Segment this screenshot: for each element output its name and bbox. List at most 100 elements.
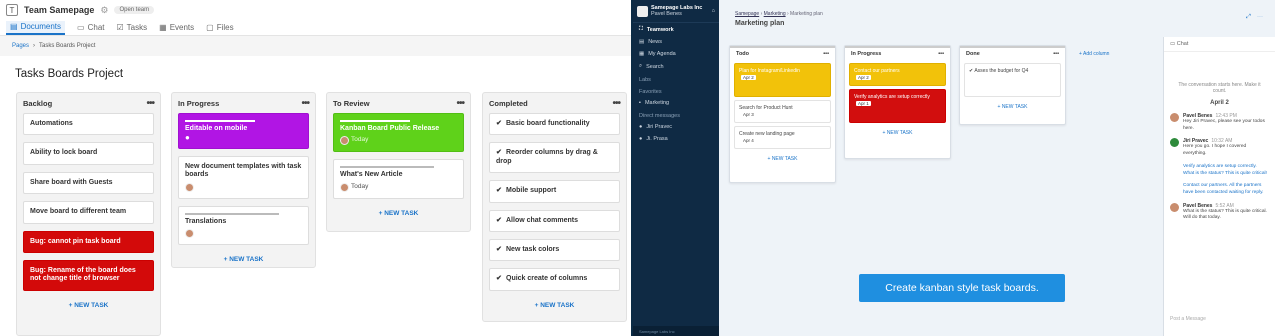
open-team-badge[interactable]: Open team: [114, 6, 155, 14]
section-labs: Labs: [639, 77, 651, 83]
avatar: [1170, 113, 1179, 122]
tab-documents[interactable]: ▤ Documents: [6, 21, 66, 35]
direct-message-item[interactable]: ● Ji. Prasa: [633, 133, 719, 145]
page-title: Tasks Boards Project: [15, 68, 124, 80]
chat-message: Verify analytics are setup correctly. Wh…: [1183, 163, 1267, 176]
direct-message-item[interactable]: ● Jiri Pravec: [633, 121, 719, 133]
task-card[interactable]: Move board to different team: [23, 201, 154, 224]
task-card[interactable]: Plan for Instagram/Linkedin Apr 2: [734, 63, 831, 97]
sidebar-item-agenda[interactable]: ▦ My Agenda: [633, 48, 719, 60]
column-in-progress: In Progress ••• Contact our partners Apr 2…: [844, 45, 951, 159]
task-card[interactable]: ✔ New task colors: [489, 238, 620, 262]
page-title: Marketing plan: [735, 20, 785, 27]
section-favorites: Favorites: [639, 89, 662, 95]
home-icon[interactable]: ⌂: [712, 8, 715, 14]
checkmark-icon: ✔: [496, 216, 502, 224]
task-card[interactable]: Share board with Guests: [23, 171, 154, 195]
checkmark-icon: ✔: [496, 149, 502, 157]
more-icon[interactable]: ⋯: [1257, 14, 1269, 20]
task-card[interactable]: What's New Article Today: [333, 159, 464, 199]
task-card[interactable]: ✔ Mobile support: [489, 180, 620, 203]
task-card[interactable]: Search for Product Hunt Apr 3: [734, 100, 831, 123]
checkmark-icon: ✔: [496, 120, 502, 127]
chat-input[interactable]: Post a Message: [1170, 316, 1206, 322]
column-backlog: Backlog ••• Automations Ability to lock b…: [16, 92, 161, 336]
checkmark-icon: ✔: [496, 275, 502, 283]
avatar: [185, 182, 194, 192]
task-card[interactable]: ✔ Basic board functionality: [489, 113, 620, 136]
org-logo-icon: [637, 5, 648, 17]
chat-message: Pavel Benes 5:52 AM What is the status? T…: [1164, 200, 1275, 225]
avatar: [1170, 202, 1179, 212]
task-card[interactable]: Bug: cannot pin task board: [23, 230, 154, 253]
window-controls: ⤢⋯: [1246, 14, 1269, 21]
task-card[interactable]: ✔ Allow chat comments: [489, 209, 620, 232]
chat-panel: ▭ Chat The conversation starts here. Mak…: [1163, 37, 1275, 336]
new-task-button[interactable]: + NEW TASK: [327, 206, 470, 223]
task-card[interactable]: Editable on mobile ●: [178, 113, 309, 149]
sidebar-item-news[interactable]: ▤ News: [633, 36, 719, 48]
team-samepage-panel: T Team Samepage ⚙ Open team ▤ Documents …: [0, 0, 631, 336]
sidebar-item-teamwork[interactable]: ⛶ Teamwork: [633, 23, 719, 36]
team-header: T Team Samepage ⚙ Open team: [0, 0, 631, 20]
add-column-button[interactable]: + Add column: [1079, 51, 1109, 57]
column-in-progress: In Progress ••• Editable on mobile ● New …: [171, 92, 316, 268]
chat-message: Jiri Pravec 10:32 AM Here you go. I hope …: [1164, 135, 1275, 160]
favorite-item[interactable]: ▪ Marketing: [633, 97, 719, 109]
column-menu-icon[interactable]: •••: [823, 51, 829, 57]
new-task-button[interactable]: + NEW TASK: [483, 298, 626, 315]
section-direct-messages: Direct messages: [639, 113, 680, 119]
column-done: Done ••• ✔ Asses the budget for Q4 + NEW …: [959, 45, 1066, 125]
task-card[interactable]: ✔ Quick create of columns: [489, 268, 620, 291]
tab-files[interactable]: ▢ Files: [206, 23, 233, 35]
task-card[interactable]: New document templates with task boards: [178, 156, 309, 199]
task-card[interactable]: Translations: [178, 205, 309, 246]
gear-icon[interactable]: ⚙: [100, 5, 108, 16]
tab-chat[interactable]: ▭ Chat: [77, 23, 104, 35]
column-title: Backlog: [23, 98, 53, 108]
new-task-button[interactable]: + NEW TASK: [845, 126, 950, 141]
task-card[interactable]: Bug: Rename of the board does not change…: [23, 259, 154, 291]
breadcrumb-pages-link[interactable]: Pages: [12, 43, 29, 49]
checkmark-icon: ✔: [969, 68, 974, 74]
task-card[interactable]: Contact our partners Apr 2: [849, 63, 946, 86]
column-menu-icon[interactable]: •••: [938, 51, 944, 57]
avatar: [340, 136, 349, 146]
column-menu-icon[interactable]: •••: [146, 98, 154, 109]
column-menu-icon[interactable]: •••: [612, 98, 620, 109]
due-date: Apr 2: [741, 74, 756, 81]
tab-events[interactable]: ▦ Events: [159, 23, 194, 35]
task-card[interactable]: Kanban Board Public Release Today: [333, 113, 464, 153]
column-title: To Review: [333, 98, 370, 108]
due-date: Apr 1: [856, 100, 871, 107]
task-card[interactable]: ✔ Asses the budget for Q4: [964, 63, 1061, 97]
column-todo: Todo ••• Plan for Instagram/Linkedin Apr 2…: [729, 45, 836, 183]
task-card[interactable]: ✔ Reorder columns by drag & drop: [489, 142, 620, 174]
breadcrumb: Pages › Tasks Boards Project: [0, 36, 631, 56]
expand-icon[interactable]: ⤢: [1246, 14, 1257, 20]
org-header[interactable]: Samepage Labs Inc Pavel Benes ⌂: [633, 0, 719, 23]
new-task-button[interactable]: + NEW TASK: [172, 252, 315, 269]
board-area: Samepage › Marketing › Marketing plan Ma…: [719, 0, 1163, 336]
due-date: Today: [351, 136, 369, 144]
checkmark-icon: ✔: [496, 245, 502, 253]
tab-tasks[interactable]: ☑ Tasks: [117, 23, 148, 35]
sidebar-item-search[interactable]: ⌕ Search: [633, 60, 719, 73]
new-task-button[interactable]: + NEW TASK: [960, 100, 1065, 115]
column-menu-icon[interactable]: •••: [456, 98, 464, 109]
samepage-app-panel: Samepage Labs Inc Pavel Benes ⌂ ⛶ Teamwor…: [633, 0, 1275, 336]
task-card[interactable]: Automations: [23, 113, 154, 136]
team-tabs: ▤ Documents ▭ Chat ☑ Tasks ▦ Events ▢ Fi…: [0, 20, 631, 36]
column-menu-icon[interactable]: •••: [301, 98, 309, 109]
column-title: In Progress: [178, 98, 220, 108]
team-title: Team Samepage: [24, 5, 95, 15]
new-task-button[interactable]: + NEW TASK: [17, 298, 160, 315]
column-menu-icon[interactable]: •••: [1053, 51, 1059, 57]
task-card[interactable]: Ability to lock board: [23, 142, 154, 165]
task-card[interactable]: Verify analytics are setup correctly Apr …: [849, 89, 946, 123]
task-card[interactable]: Create new landing page Apr 4: [734, 126, 831, 149]
new-task-button[interactable]: + NEW TASK: [730, 152, 835, 167]
breadcrumb: Samepage › Marketing › Marketing plan: [735, 11, 823, 17]
due-date: Apr 2: [856, 74, 871, 81]
checkmark-icon: ✔: [496, 187, 502, 195]
